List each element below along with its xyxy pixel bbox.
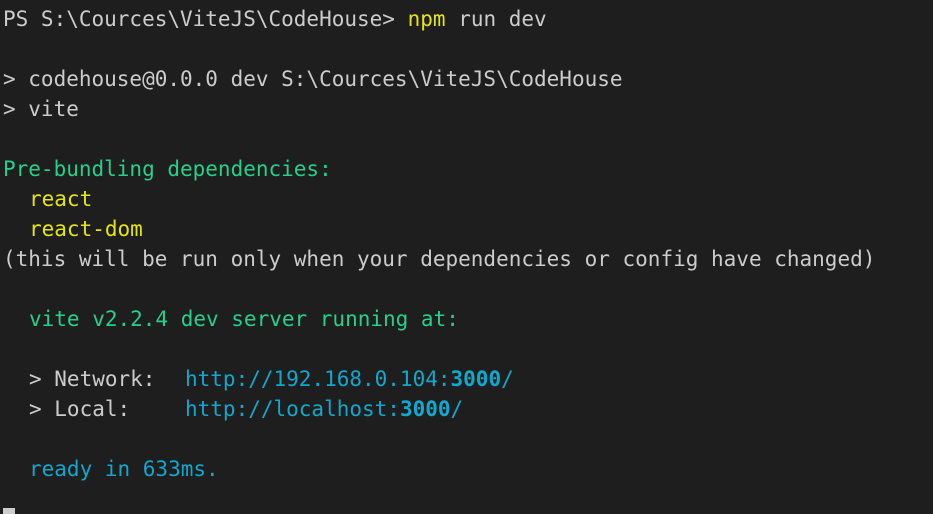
server-running-line: vite v2.2.4 dev server running at: <box>3 304 933 334</box>
network-url-prefix: http://192.168.0.104: <box>185 367 451 391</box>
prebundle-note: (this will be run only when your depende… <box>3 247 876 271</box>
dependency-name: react-dom <box>29 217 143 241</box>
network-label: > Network: <box>29 367 156 391</box>
server-running-text: vite v2.2.4 dev server running at: <box>29 307 459 331</box>
local-url-suffix: / <box>450 397 464 421</box>
local-url[interactable]: http://localhost:3000/ <box>185 397 463 421</box>
terminal-cursor <box>3 508 15 514</box>
script-command-line: > vite <box>3 97 79 121</box>
dependency-name: react <box>29 187 93 211</box>
network-url-suffix: / <box>501 367 514 391</box>
network-url[interactable]: http://192.168.0.104:3000/ <box>185 367 514 391</box>
ready-line: ready in 633ms. <box>3 454 933 484</box>
local-line: > Local: http://localhost:3000/ <box>3 394 933 424</box>
ready-text: ready in 633ms. <box>29 457 219 481</box>
local-label: > Local: <box>29 397 131 421</box>
prebundle-heading: Pre-bundling dependencies: <box>3 157 332 181</box>
network-line: > Network: http://192.168.0.104:3000/ <box>3 364 933 394</box>
network-port: 3000 <box>450 367 502 391</box>
dependency-item: react-dom <box>3 214 933 244</box>
terminal-window[interactable]: PS S:\Cources\ViteJS\CodeHouse> npm run … <box>0 0 933 514</box>
command-npm: npm <box>407 7 446 31</box>
prompt-path: PS S:\Cources\ViteJS\CodeHouse> <box>3 7 395 31</box>
local-url-prefix: http://localhost: <box>185 397 400 421</box>
prompt-line: PS S:\Cources\ViteJS\CodeHouse> npm run … <box>3 4 933 34</box>
command-args: run dev <box>458 7 547 31</box>
script-header-line: > codehouse@0.0.0 dev S:\Cources\ViteJS\… <box>3 67 623 91</box>
dependency-item: react <box>3 184 933 214</box>
local-port: 3000 <box>399 397 451 421</box>
